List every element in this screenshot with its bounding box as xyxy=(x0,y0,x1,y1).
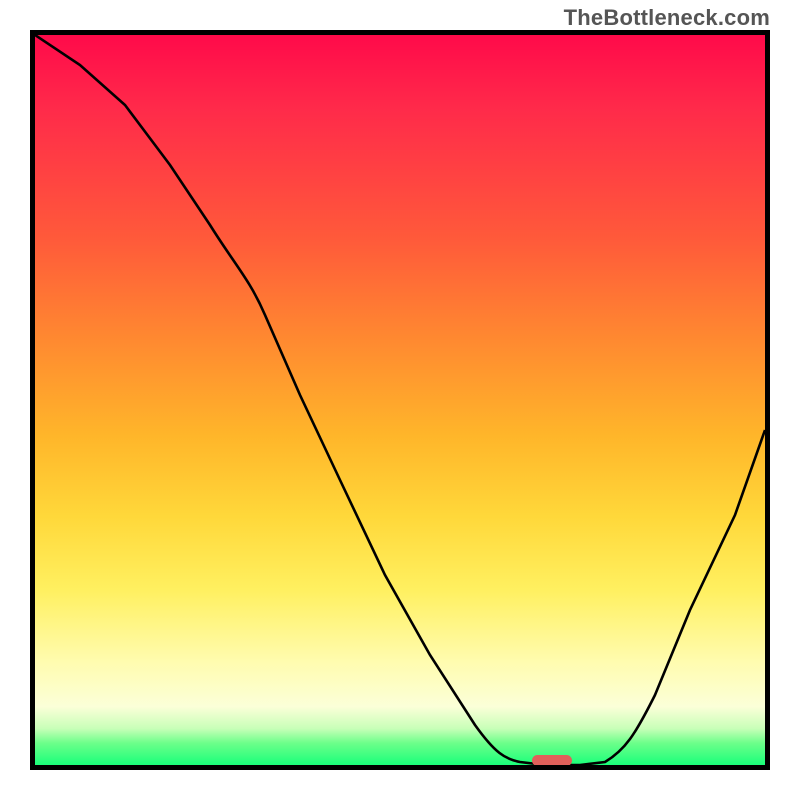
plot-area xyxy=(30,30,770,770)
watermark-text: TheBottleneck.com xyxy=(564,5,770,31)
chart-container: TheBottleneck.com xyxy=(0,0,800,800)
bottleneck-curve xyxy=(35,35,765,765)
curve-path xyxy=(35,35,765,765)
optimal-marker xyxy=(532,755,572,766)
